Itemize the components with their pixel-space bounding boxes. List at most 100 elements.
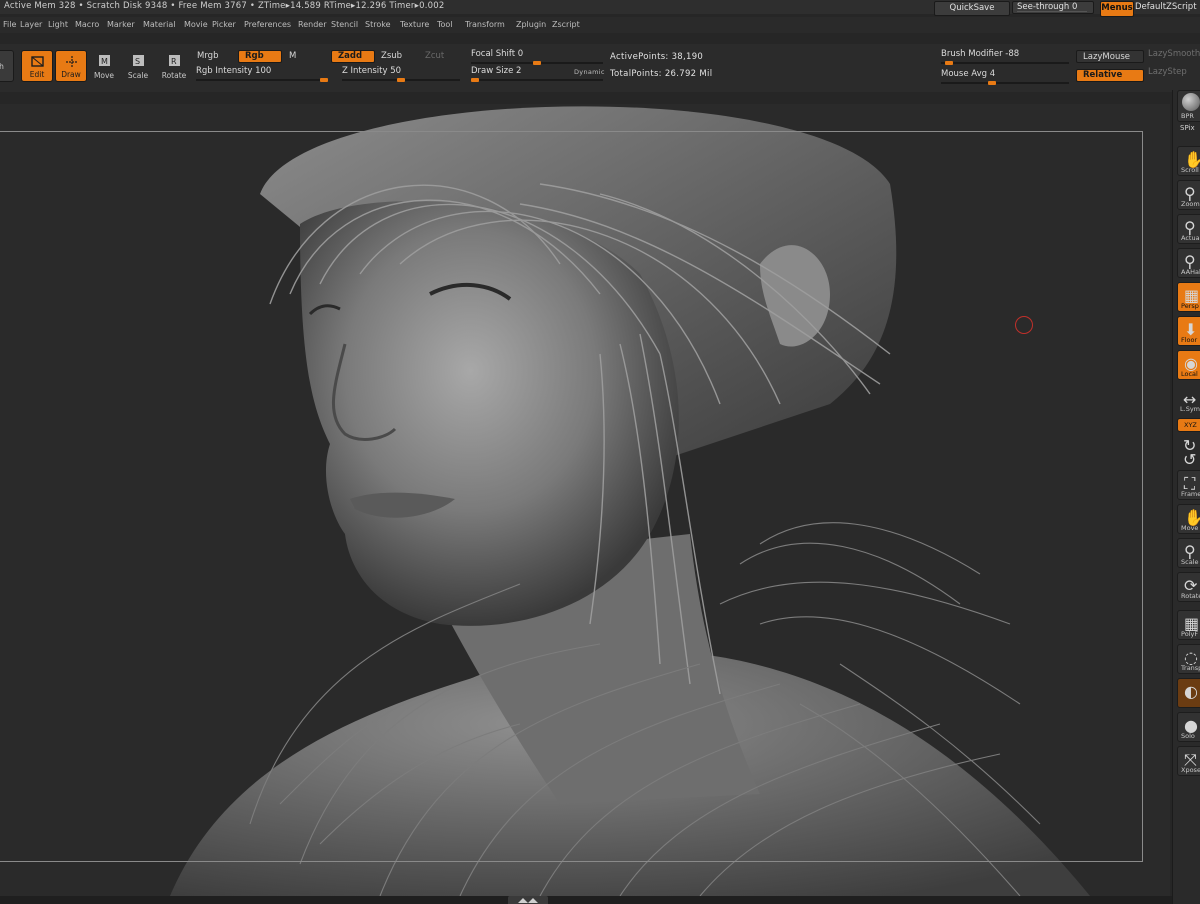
shelf-floor[interactable]: ⬇ Floor (1177, 316, 1200, 346)
bottom-tray-toggle[interactable] (508, 896, 548, 904)
rotate-z-icon: ↺ (1183, 450, 1197, 466)
z-intensity-slider[interactable]: Z Intensity 50 (342, 66, 460, 82)
focal-shift-thumb[interactable] (533, 61, 541, 65)
see-through-track (1017, 11, 1087, 12)
shelf-persp-label: Persp (1181, 302, 1199, 310)
shelf-bpr-label: BPR (1181, 112, 1194, 120)
shelf-spix[interactable]: SPix (1177, 124, 1200, 138)
brush-modifier-slider[interactable]: Brush Modifier -88 (941, 49, 1069, 65)
quicksave-button[interactable]: QuickSave (934, 1, 1010, 16)
shelf-lsym[interactable]: ↔ L.Sym (1177, 388, 1200, 414)
menu-macro[interactable]: Macro (75, 20, 99, 29)
shelf-solo[interactable]: ● Solo (1177, 712, 1200, 742)
z-intensity-thumb[interactable] (397, 78, 405, 82)
shelf-ghost[interactable]: ◐ (1177, 678, 1200, 708)
menu-movie[interactable]: Movie (184, 20, 208, 29)
ghost-icon: ◐ (1184, 682, 1198, 701)
shelf-actual[interactable]: ⚲ Actual (1177, 214, 1200, 244)
menu-stencil[interactable]: Stencil (331, 20, 358, 29)
menu-preferences[interactable]: Preferences (244, 20, 291, 29)
scale-zoom-icon: ⚲ (1184, 542, 1196, 561)
shelf-frame[interactable]: ⛶ Frame (1177, 470, 1200, 500)
brush-modifier-track (941, 62, 1069, 64)
dynamic-toggle[interactable]: Dynamic (574, 68, 605, 76)
shelf-xpose[interactable]: ⤧ Xpose (1177, 746, 1200, 776)
shelf-scroll[interactable]: ✋ Scroll (1177, 146, 1200, 176)
lazy-step-slider[interactable]: LazyStep (1148, 67, 1200, 80)
shelf-persp[interactable]: ▦ Persp (1177, 282, 1200, 312)
shelf-actual-label: Actual (1181, 234, 1200, 242)
relative-toggle[interactable]: Relative (1076, 69, 1144, 82)
scale-label: Scale (127, 71, 149, 80)
document-canvas[interactable] (0, 104, 1170, 896)
svg-text:M: M (101, 57, 108, 66)
rgb-intensity-thumb[interactable] (320, 78, 328, 82)
menu-zscript[interactable]: Zscript (552, 20, 580, 29)
active-points-readout: ActivePoints: 38,190 (610, 52, 704, 62)
shelf-bpr[interactable]: BPR (1177, 90, 1200, 122)
shelf-xyz[interactable]: XYZ (1177, 418, 1200, 432)
shelf-aahalf[interactable]: ⚲ AAHalf (1177, 248, 1200, 278)
shelf-scale[interactable]: ⚲ Scale (1177, 538, 1200, 568)
mouse-avg-label: Mouse Avg 4 (941, 69, 996, 79)
menu-layer[interactable]: Layer (20, 20, 42, 29)
menu-marker[interactable]: Marker (107, 20, 135, 29)
polyframe-icon: ▦ (1184, 614, 1200, 633)
rgb-intensity-slider[interactable]: Rgb Intensity 100 (196, 66, 328, 82)
lazy-smooth-label: LazySmooth (1148, 49, 1200, 59)
move-label: Move (93, 71, 115, 80)
menus-toggle[interactable]: Menus (1100, 1, 1134, 17)
lsym-icon: ↔ (1183, 390, 1197, 409)
local-icon: ◉ (1184, 354, 1198, 373)
shelf-zoom[interactable]: ⚲ Zoom (1177, 180, 1200, 210)
m-button[interactable]: M (283, 50, 327, 63)
shelf-move[interactable]: ✋ Move (1177, 504, 1200, 534)
bpr-icon (1182, 93, 1200, 111)
default-zscript-button[interactable]: DefaultZScript (1135, 2, 1197, 12)
xpose-icon: ⤧ (1184, 750, 1197, 769)
shelf-transp[interactable]: ◌ Transp (1177, 644, 1200, 674)
zsub-button[interactable]: Zsub (375, 50, 419, 63)
rotate-button[interactable]: R Rotate (158, 50, 190, 82)
mouse-avg-thumb[interactable] (988, 81, 997, 85)
see-through-slider[interactable]: See-through 0 (1012, 1, 1094, 14)
menu-render[interactable]: Render (298, 20, 326, 29)
rotate-icon: ⟳ (1184, 576, 1198, 595)
menu-tool[interactable]: Tool (437, 20, 453, 29)
move-button[interactable]: M Move (88, 50, 120, 82)
menu-transform[interactable]: Transform (465, 20, 505, 29)
zadd-button[interactable]: Zadd (331, 50, 375, 63)
brush-modifier-thumb[interactable] (944, 61, 953, 65)
shelf-rotate[interactable]: ⟳ Rotate (1177, 572, 1200, 602)
edit-button[interactable]: Edit (21, 50, 53, 82)
edit-icon (31, 56, 44, 67)
lazy-smooth-slider[interactable]: LazySmooth (1148, 49, 1200, 62)
draw-label: Draw (61, 70, 81, 79)
menu-light[interactable]: Light (48, 20, 68, 29)
rgb-button[interactable]: Rgb (238, 50, 282, 63)
menu-material[interactable]: Material (143, 20, 176, 29)
zcut-button[interactable]: Zcut (419, 50, 459, 63)
lazy-mouse-toggle[interactable]: LazyMouse (1076, 50, 1144, 63)
solo-icon: ● (1184, 716, 1198, 735)
draw-size-thumb[interactable] (471, 78, 479, 82)
shelf-rotate-axes[interactable]: ↻ ↺ (1177, 436, 1200, 466)
shelf-transp-label: Transp (1181, 664, 1200, 672)
shelf-local[interactable]: ◉ Local (1177, 350, 1200, 380)
draw-button[interactable]: Draw (55, 50, 87, 82)
edge-tool-button[interactable]: ch (0, 50, 14, 82)
shelf-solo-label: Solo (1181, 732, 1195, 740)
menu-stroke[interactable]: Stroke (365, 20, 391, 29)
shelf-scale-label: Scale (1181, 558, 1199, 566)
mouse-avg-slider[interactable]: Mouse Avg 4 (941, 69, 1069, 85)
scale-button[interactable]: S Scale (122, 50, 154, 82)
mrgb-button[interactable]: Mrgb (191, 50, 235, 63)
bottom-tray (0, 896, 1172, 904)
menu-picker[interactable]: Picker (212, 20, 236, 29)
menu-texture[interactable]: Texture (400, 20, 429, 29)
shelf-polyf[interactable]: ▦ PolyF (1177, 610, 1200, 640)
menu-file[interactable]: File (3, 20, 16, 29)
menu-zplugin[interactable]: Zplugin (516, 20, 546, 29)
chevron-up-icon (518, 898, 538, 903)
focal-shift-slider[interactable]: Focal Shift 0 (471, 49, 603, 65)
